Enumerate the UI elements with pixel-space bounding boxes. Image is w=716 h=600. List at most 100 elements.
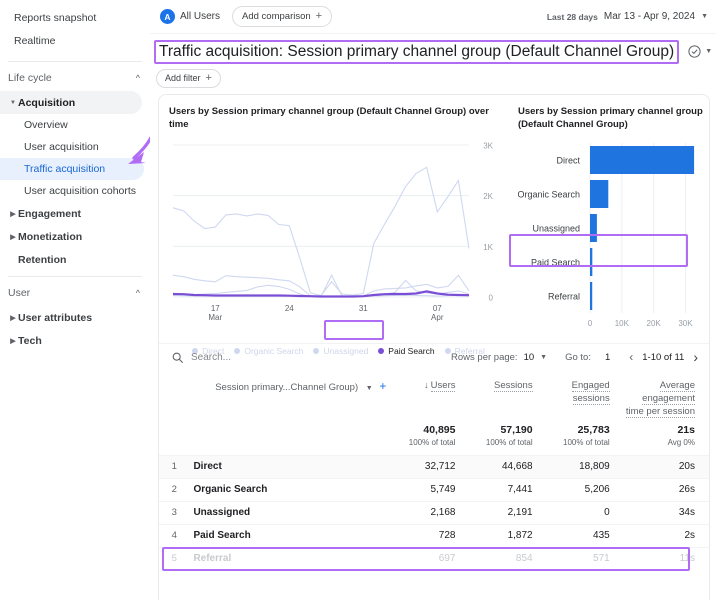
goto-page-control[interactable]: Go to: 1	[565, 352, 610, 363]
table-row[interactable]: 1Direct32,71244,66818,80920s	[159, 455, 709, 478]
sidebar-item-tech[interactable]: ▶ Tech	[0, 329, 150, 352]
bar-chart-panel: Users by Session primary channel group (…	[508, 105, 703, 343]
column-header-users[interactable]: ↓Users	[392, 371, 469, 418]
title-row: Traffic acquisition: Session primary cha…	[150, 34, 716, 64]
report-card: Users by Session primary channel group (…	[158, 94, 710, 600]
totals-value: 40,895	[392, 424, 455, 437]
chevron-right-icon: ▶	[8, 233, 18, 241]
pagination-range: 1-10 of 11	[642, 352, 684, 363]
bar-organic-search[interactable]	[590, 180, 608, 208]
row-index-cell: 3	[159, 501, 189, 524]
row-dimension-cell: Paid Search	[189, 524, 392, 547]
sidebar-item-label: Monetization	[18, 231, 82, 243]
bar-unassigned[interactable]	[590, 214, 597, 242]
sidebar-item-monetization[interactable]: ▶ Monetization	[0, 225, 150, 248]
add-filter-button[interactable]: Add filter +	[156, 69, 221, 88]
row-dimension-cell: Unassigned	[189, 501, 392, 524]
x-axis-tick-label: 20K	[647, 319, 662, 328]
sidebar-section-label: User	[8, 287, 30, 299]
sidebar-item-realtime[interactable]: Realtime	[0, 29, 150, 52]
page-title-highlight-box: Traffic acquisition: Session primary cha…	[154, 40, 679, 64]
row-index-cell: 4	[159, 524, 189, 547]
column-header-engaged-sessions[interactable]: Engaged sessions	[547, 371, 624, 418]
charts-area: Users by Session primary channel group (…	[159, 95, 709, 343]
sidebar-item-user-attributes[interactable]: ▶ User attributes	[0, 306, 150, 329]
row-dimension-cell: Organic Search	[189, 478, 392, 501]
sidebar-item-traffic-acquisition[interactable]: Traffic acquisition	[0, 158, 144, 180]
bar-referral[interactable]	[590, 282, 592, 310]
audience-chip[interactable]: A All Users	[154, 9, 226, 24]
y-axis-tick-label: 2K	[483, 192, 493, 201]
row-dimension-cell: Direct	[189, 455, 392, 478]
sidebar-item-overview[interactable]: Overview	[0, 114, 150, 136]
y-axis-tick-label: 1K	[483, 242, 493, 251]
line-chart[interactable]: 01K2K3K17Mar243107Apr	[169, 137, 505, 337]
table-row[interactable]: 2Organic Search5,7497,4415,20626s	[159, 478, 709, 501]
sidebar-item-label: Reports snapshot	[14, 12, 96, 24]
bar-paid-search[interactable]	[590, 248, 592, 276]
previous-page-button[interactable]: ‹	[626, 350, 636, 364]
table-row[interactable]: 5Referral69785457111s	[159, 547, 709, 570]
sidebar-item-user-acquisition[interactable]: User acquisition	[0, 136, 150, 158]
column-header-label: Average engagement time per session	[626, 380, 695, 418]
avatar: A	[160, 9, 175, 24]
bar-chart[interactable]: 010K20K30KDirectOrganic SearchUnassigned…	[518, 137, 703, 349]
dimension-header[interactable]: Session primary...Channel Group) ▼ +	[189, 371, 392, 418]
row-users-cell: 728	[392, 524, 469, 547]
top-bar: A All Users Add comparison + Last 28 day…	[150, 0, 716, 34]
sidebar-section-label: Life cycle	[8, 72, 52, 84]
row-sessions-cell: 854	[469, 547, 546, 570]
table-totals: 40,895 100% of total 57,190 100% of tota…	[159, 418, 709, 456]
date-range-picker[interactable]: Last 28 days Mar 13 - Apr 9, 2024 ▼	[547, 11, 708, 22]
rows-per-page-label: Rows per page:	[451, 352, 518, 363]
row-engaged-sessions-cell: 18,809	[547, 455, 624, 478]
goto-label: Go to:	[565, 352, 591, 363]
audience-label: All Users	[180, 11, 220, 22]
sidebar-item-reports-snapshot[interactable]: Reports snapshot	[0, 6, 150, 29]
sidebar-item-label: Acquisition	[18, 97, 75, 109]
chevron-right-icon: ▶	[8, 210, 18, 218]
x-axis-tick-label: Apr	[431, 313, 444, 322]
next-page-button[interactable]: ›	[690, 349, 701, 365]
sidebar-item-engagement[interactable]: ▶ Engagement	[0, 202, 150, 225]
chevron-down-icon: ▼	[8, 100, 18, 106]
plus-icon: +	[316, 11, 322, 22]
row-sessions-cell: 7,441	[469, 478, 546, 501]
chevron-right-icon: ▶	[8, 337, 18, 345]
sidebar-item-retention[interactable]: Retention	[0, 248, 150, 271]
sidebar-item-user-acquisition-cohorts[interactable]: User acquisition cohorts	[0, 180, 150, 202]
goto-value: 1	[605, 352, 610, 363]
row-avg-engagement-time-cell: 26s	[624, 478, 709, 501]
search-box[interactable]: Search...	[171, 351, 451, 364]
plus-icon: +	[206, 73, 212, 84]
bar-direct[interactable]	[590, 146, 694, 174]
x-axis-tick-label: 24	[285, 304, 294, 313]
column-header-sessions[interactable]: Sessions	[469, 371, 546, 418]
sidebar-item-label: Retention	[18, 254, 66, 266]
row-engaged-sessions-cell: 571	[547, 547, 624, 570]
add-dimension-icon[interactable]: +	[379, 379, 386, 393]
chevron-right-icon: ▶	[8, 314, 18, 322]
x-axis-tick-label: Mar	[208, 313, 222, 322]
column-header-avg-engagement-time[interactable]: Average engagement time per session	[624, 371, 709, 418]
sidebar-section-life-cycle[interactable]: Life cycle ^	[0, 65, 150, 91]
sidebar-item-label: Traffic acquisition	[24, 163, 105, 175]
index-header	[159, 371, 189, 418]
sidebar-item-acquisition[interactable]: ▼ Acquisition	[0, 91, 142, 114]
dimension-header-label: Session primary...Channel Group)	[215, 382, 358, 393]
add-comparison-button[interactable]: Add comparison +	[232, 6, 332, 27]
column-header-label: Engaged sessions	[572, 380, 610, 405]
column-header-label: Sessions	[494, 380, 533, 392]
totals-subtext: 100% of total	[469, 437, 532, 449]
line-chart-title: Users by Session primary channel group (…	[169, 105, 508, 131]
chevron-down-icon[interactable]: ▼	[366, 385, 373, 392]
sidebar-section-user[interactable]: User ^	[0, 280, 150, 306]
row-avg-engagement-time-cell: 34s	[624, 501, 709, 524]
table-toolbar: Search... Rows per page: 10 ▼ Go to: 1 ‹…	[159, 343, 709, 371]
rows-per-page-control[interactable]: Rows per page: 10 ▼	[451, 352, 547, 363]
insights-status-chip[interactable]: ▼	[683, 42, 716, 61]
sidebar-item-label: Overview	[24, 119, 68, 131]
x-axis-tick-label: 30K	[678, 319, 693, 328]
table-row[interactable]: 3Unassigned2,1682,191034s	[159, 501, 709, 524]
table-row[interactable]: 4Paid Search7281,8724352s	[159, 524, 709, 547]
